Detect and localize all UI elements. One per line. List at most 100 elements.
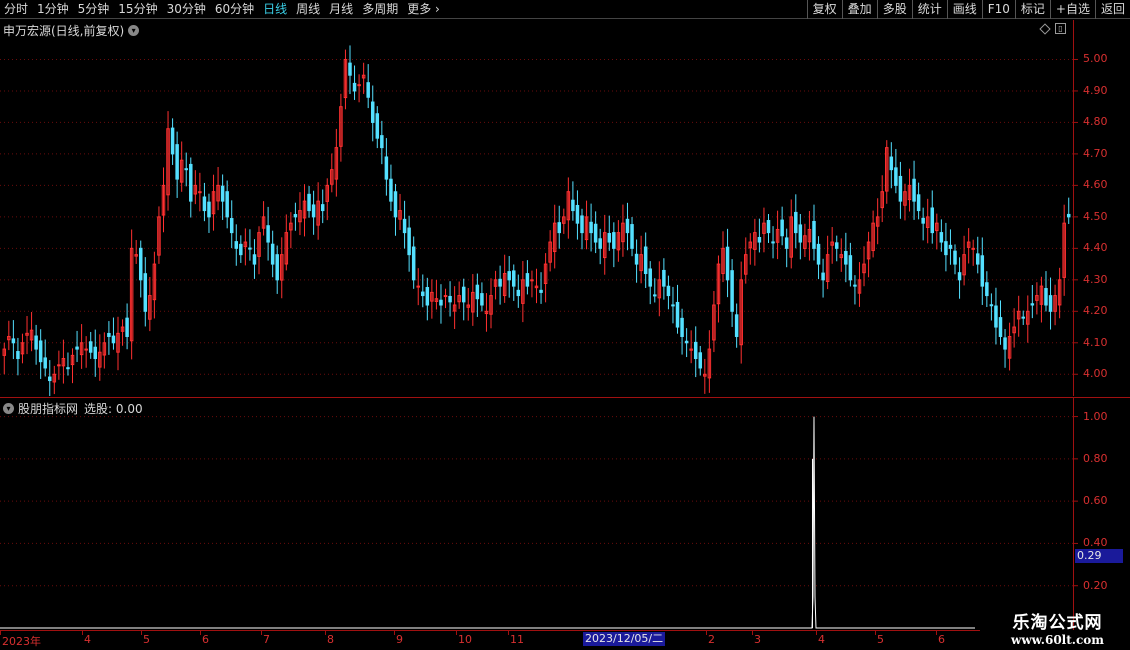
candle-body — [393, 191, 398, 218]
candle-body — [580, 215, 584, 234]
candle-body — [439, 299, 443, 306]
period-tab[interactable]: 1分钟 — [37, 0, 69, 19]
period-toolbar: 分时 1分钟 5分钟 15分钟 30分钟 60分钟 日线 周线 月线 多周期 更多 › 复权 叠加 多股… — [0, 0, 1130, 19]
date-label: 9 — [396, 633, 403, 646]
candle-body — [653, 294, 657, 297]
toolbar-button[interactable]: 标记 — [1014, 0, 1050, 19]
main-chart-title: 申万宏源(日线,前复权) ▾ — [3, 22, 140, 39]
period-tab[interactable]: 分时 — [4, 0, 28, 19]
candle-body — [266, 225, 270, 243]
candle-body — [821, 272, 825, 281]
date-axis: 2023/12/05/二 2023年 4 5 6 7 8 9 10 11 2 3 4 5 6 — [0, 630, 980, 650]
indicator-name: 股朋指标网 — [18, 402, 79, 416]
candle-body — [93, 346, 98, 360]
candle-body — [1048, 295, 1053, 312]
candle-body — [634, 253, 639, 265]
candle-body — [380, 135, 384, 149]
candle-body — [43, 357, 47, 369]
y-tick-label: 4.20 — [1083, 304, 1108, 318]
candle-body — [780, 219, 784, 237]
period-tab[interactable]: 月线 — [329, 0, 353, 19]
toolbar-button[interactable]: 复权 — [806, 0, 842, 19]
candle-body — [944, 241, 948, 256]
period-tab[interactable]: 5分钟 — [78, 0, 110, 19]
candle-body — [612, 232, 616, 249]
price-axis-line — [1073, 20, 1074, 396]
candle-body — [671, 304, 675, 307]
period-tab[interactable]: 日线 — [263, 0, 287, 19]
candle-body — [589, 221, 593, 234]
period-tab[interactable]: 更多 › — [407, 0, 440, 19]
candle-body — [293, 214, 298, 218]
panel-toggle-icon[interactable]: ▯ — [1055, 23, 1066, 34]
date-label: 2 — [708, 633, 715, 646]
price-panel: 申万宏源(日线,前复权) ▾ ▯ 5.00 4.90 4.80 4.70 4.60 4.5… — [0, 20, 1130, 396]
indicator-value: 选股: 0.00 — [84, 402, 143, 416]
signal-line — [0, 416, 975, 629]
candle-body — [734, 314, 739, 337]
date-label: 5 — [143, 633, 150, 646]
candle-body — [512, 270, 516, 287]
toolbar-button[interactable]: 统计 — [911, 0, 947, 19]
candle-body — [994, 305, 998, 328]
candle-body — [844, 250, 848, 265]
candle-body — [989, 304, 994, 307]
diamond-icon[interactable] — [1039, 23, 1051, 35]
toolbar-button[interactable]: +自选 — [1049, 0, 1095, 19]
date-tick — [0, 631, 1, 635]
date-tick — [325, 631, 326, 635]
candle-body — [684, 340, 689, 344]
candle-body — [693, 341, 698, 360]
indicator-axis-line — [1073, 398, 1074, 630]
indicator-panel: ▾ 股朋指标网 选股: 0.00 1.00 0.80 0.60 0.40 0.20 0.… — [0, 397, 1130, 630]
candle-body — [894, 167, 898, 186]
candle-body — [998, 317, 1003, 337]
candle-body — [921, 217, 925, 224]
indicator-chart[interactable] — [0, 398, 1130, 630]
toolbar-button[interactable]: 返回 — [1094, 0, 1130, 19]
candle-body — [375, 113, 380, 139]
candle-body — [107, 332, 111, 337]
period-tab[interactable]: 周线 — [296, 0, 320, 19]
period-tab[interactable]: 60分钟 — [215, 0, 254, 19]
candle-body — [348, 62, 352, 76]
candle-body — [125, 317, 129, 337]
candle-body — [402, 218, 407, 234]
y-tick-label: 4.60 — [1083, 178, 1108, 192]
candle-body — [648, 268, 652, 287]
candle-body — [948, 244, 953, 249]
date-tick — [508, 631, 509, 635]
candle-body — [916, 194, 921, 212]
candle-body — [725, 246, 730, 281]
watermark-title: 乐淘公式网 — [1012, 613, 1103, 633]
period-tab[interactable]: 30分钟 — [167, 0, 206, 19]
date-tick — [936, 631, 937, 635]
candle-body — [170, 127, 175, 155]
toolbar-button[interactable]: 叠加 — [841, 0, 877, 19]
candle-body — [443, 295, 448, 298]
cursor-value-label: 0.29 — [1075, 549, 1123, 563]
candle-body — [234, 241, 239, 249]
candle-body — [75, 346, 79, 350]
period-tab[interactable]: 15分钟 — [118, 0, 157, 19]
toolbar-button[interactable]: 多股 — [876, 0, 912, 19]
candle-body — [111, 335, 116, 344]
candle-body — [953, 250, 957, 265]
date-tick — [261, 631, 262, 635]
candle-body — [1003, 337, 1007, 350]
chevron-down-icon[interactable]: ▾ — [128, 25, 140, 36]
period-tab[interactable]: 多周期 — [362, 0, 398, 19]
candlestick-chart[interactable] — [0, 20, 1130, 396]
chevron-down-icon[interactable]: ▾ — [3, 403, 14, 414]
toolbar-button[interactable]: F10 — [981, 0, 1015, 19]
candle-body — [662, 269, 666, 287]
date-label: 7 — [263, 633, 270, 646]
candle-body — [730, 270, 734, 312]
candle-body — [225, 191, 229, 218]
date-tick — [394, 631, 395, 635]
candle-body — [425, 287, 430, 306]
candle-body — [407, 227, 411, 256]
date-label: 4 — [818, 633, 825, 646]
toolbar-button[interactable]: 画线 — [946, 0, 982, 19]
candle-body — [270, 243, 275, 265]
